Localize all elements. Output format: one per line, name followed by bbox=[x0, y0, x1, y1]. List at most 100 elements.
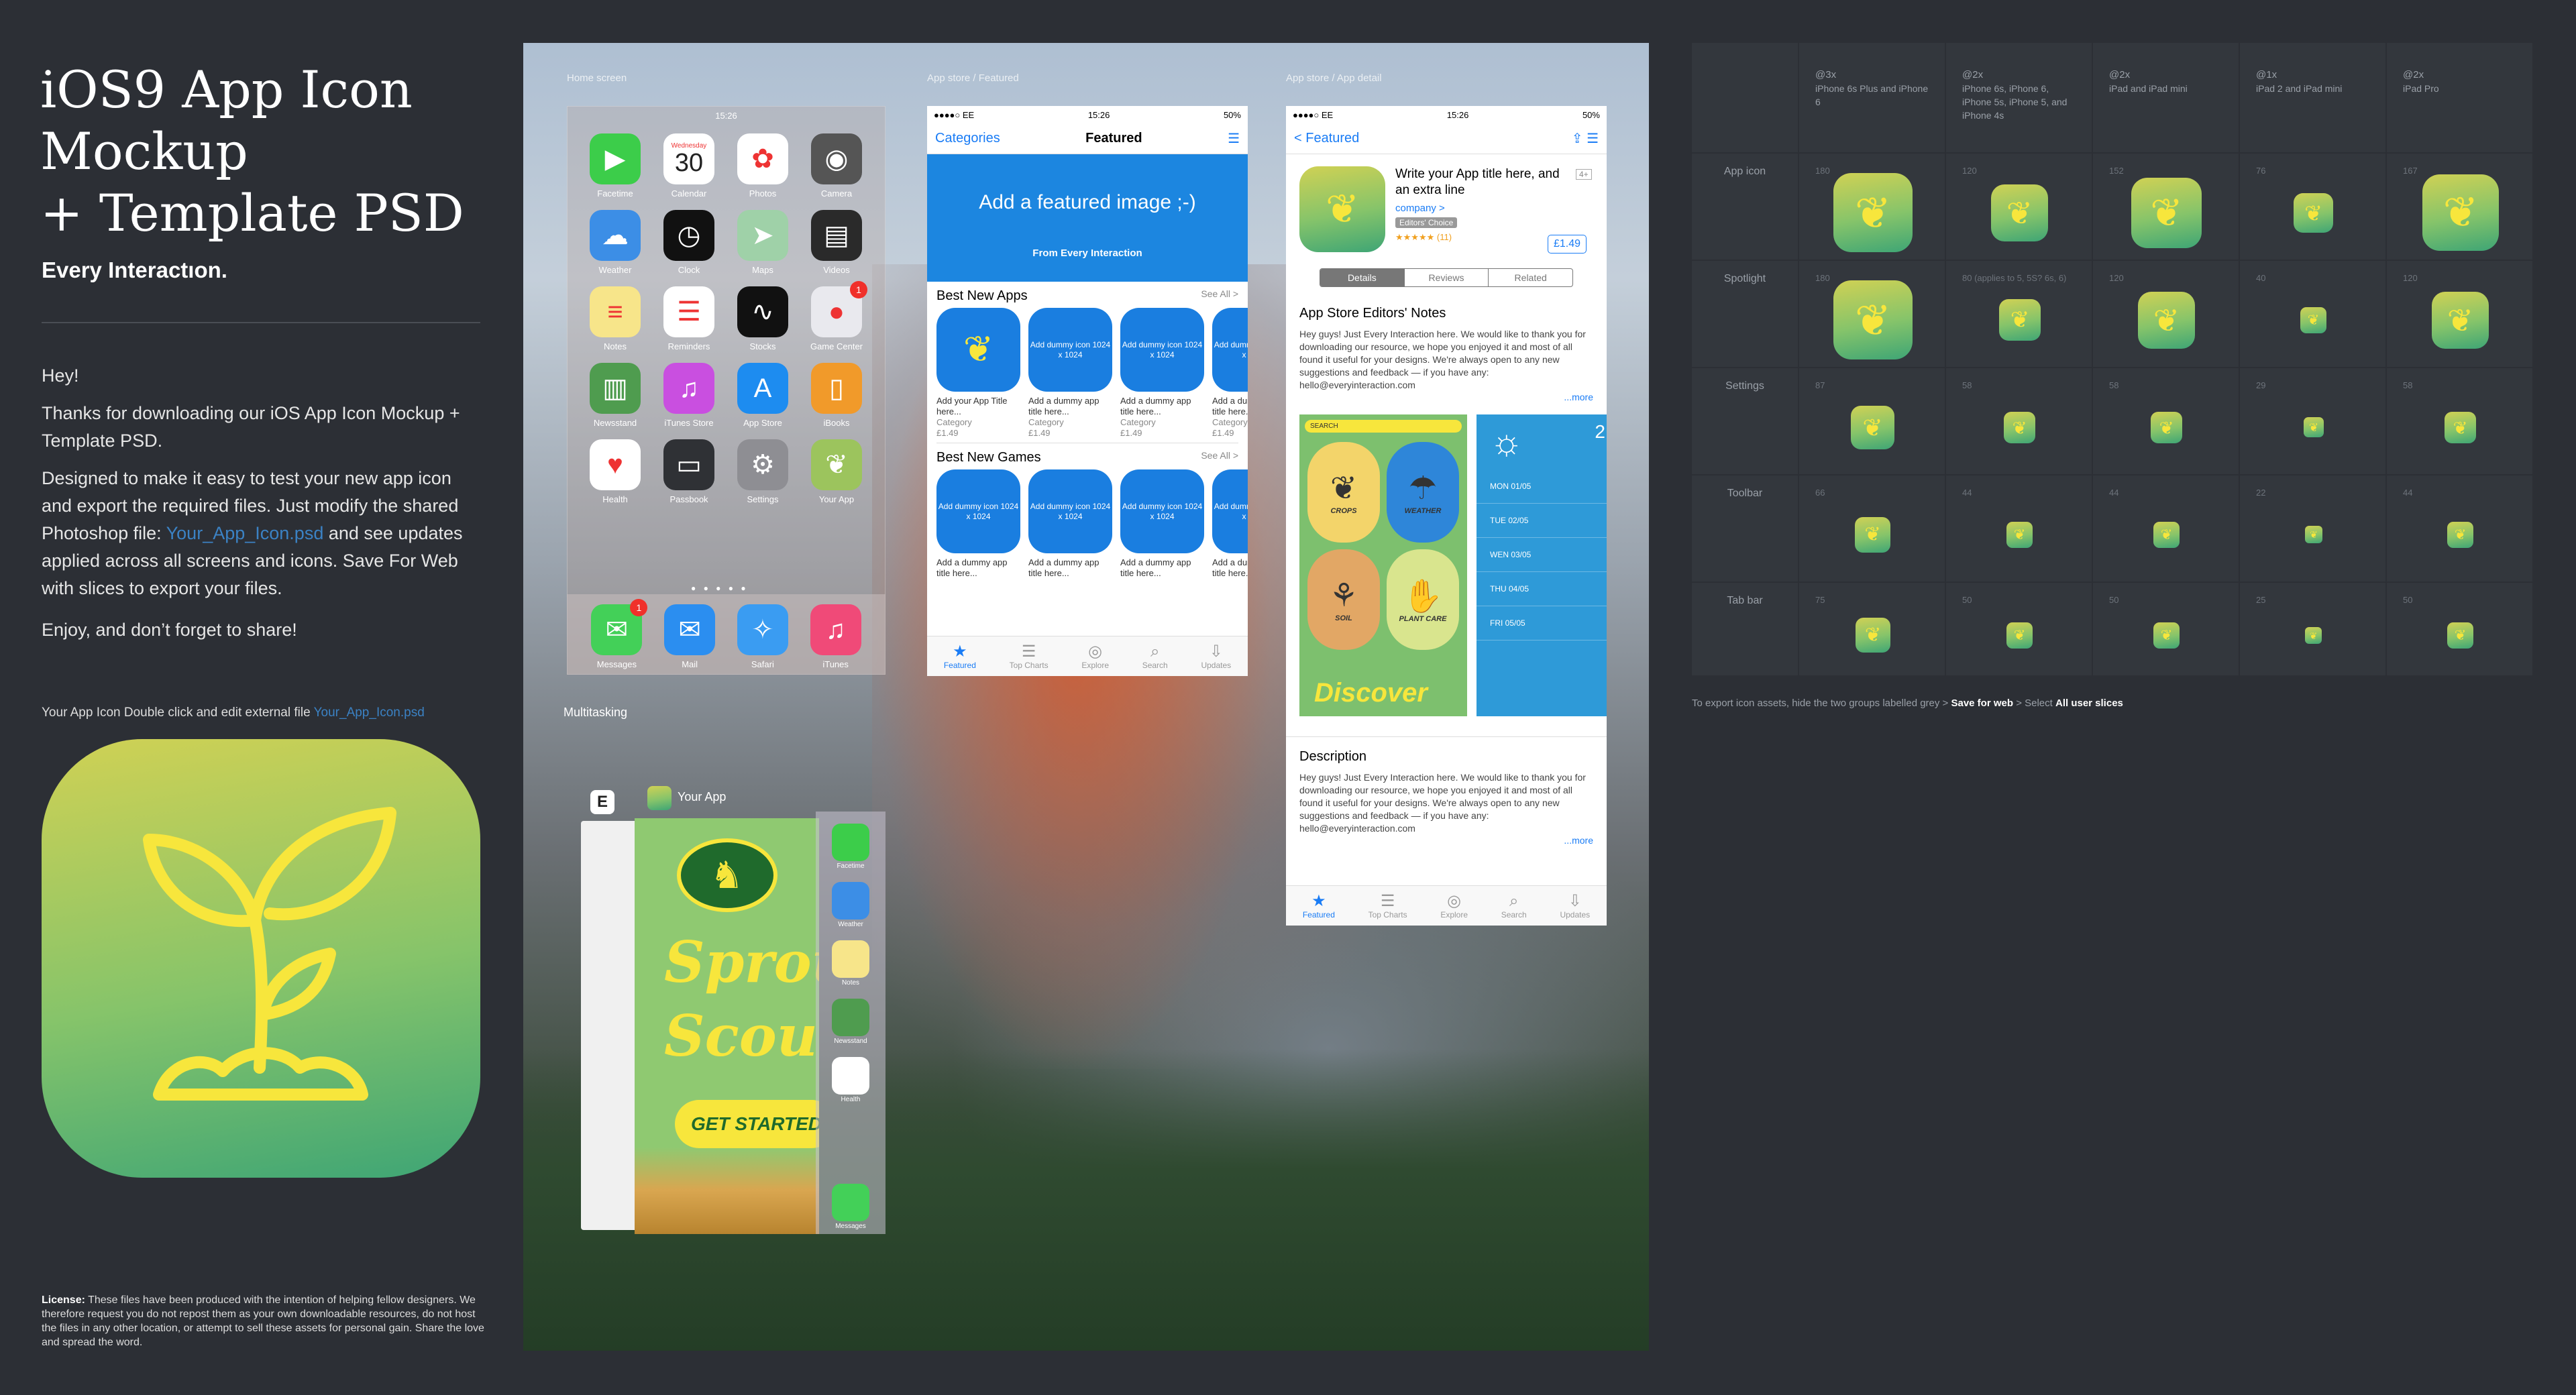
icon-cell: 120 ❦ bbox=[2093, 261, 2240, 368]
footnote-save: Save for web bbox=[1951, 698, 2014, 709]
list-icon[interactable]: ☰ bbox=[1228, 130, 1240, 147]
itunes-icon: ♫ bbox=[810, 604, 861, 655]
app-settings[interactable]: ⚙ Settings bbox=[726, 439, 800, 516]
header-devices: iPhone 6s, iPhone 6, iPhone 5s, iPhone 5… bbox=[1962, 83, 2068, 121]
app-tile[interactable]: Add dummy icon 1024 x 1024Add a dummy ap… bbox=[1120, 469, 1204, 600]
share-icon[interactable]: ⇪ ☰ bbox=[1572, 130, 1599, 147]
sprout-icon: ❦ bbox=[2160, 527, 2173, 543]
sprout-icon: ❦ bbox=[2013, 527, 2026, 543]
app-tile[interactable]: ❦ Add your App Title here... Category £1.49 bbox=[936, 308, 1020, 439]
icon-preview: ❦ bbox=[2447, 622, 2473, 649]
segment-related[interactable]: Related bbox=[1488, 269, 1572, 286]
app-newsstand[interactable]: ▥ Newsstand bbox=[578, 363, 652, 439]
see-all-link[interactable]: See All > bbox=[1201, 288, 1238, 304]
sprout-icon: ❦ bbox=[2443, 188, 2479, 236]
dock-mail[interactable]: ✉ Mail bbox=[664, 604, 716, 671]
app-tile[interactable]: Add dummy icon 1024 x 1024Add a dummy ap… bbox=[1028, 469, 1112, 600]
size-label: 152 bbox=[2109, 166, 2124, 176]
tab-top-charts[interactable]: ☰ Top Charts bbox=[1368, 892, 1407, 919]
segment-details[interactable]: Details bbox=[1320, 269, 1404, 286]
app-tile[interactable]: Add dummy icon 1024 x 1024Add a dummy ap… bbox=[1028, 308, 1112, 439]
categories-button[interactable]: Categories bbox=[935, 131, 1000, 146]
icon-cell: 180 ❦ bbox=[1799, 261, 1946, 368]
tab-updates[interactable]: ⇩ Updates bbox=[1560, 892, 1590, 919]
company-link[interactable]: company > bbox=[1395, 203, 1445, 214]
strip-weather: Weather bbox=[816, 882, 885, 928]
featured-banner[interactable]: Add a featured image ;-) From Every Inte… bbox=[927, 154, 1248, 282]
tab-explore[interactable]: ◎ Explore bbox=[1440, 891, 1468, 919]
status-time: 15:26 bbox=[715, 110, 737, 121]
icon-preview: ❦ bbox=[2305, 526, 2322, 543]
app-videos[interactable]: ▤ Videos bbox=[800, 210, 873, 286]
app-passbook[interactable]: ▭ Passbook bbox=[652, 439, 726, 516]
app-itunes-store[interactable]: ♫ iTunes Store bbox=[652, 363, 726, 439]
tab-explore[interactable]: ◎ Explore bbox=[1081, 643, 1109, 670]
icon-preview: ❦ bbox=[2447, 522, 2473, 548]
icon-size-table: @3x iPhone 6s Plus and iPhone 6 @2x iPhone … bbox=[1692, 43, 2534, 677]
dummy-icon: Add dummy icon 1024 x 1024 bbox=[1028, 308, 1112, 392]
app-tile[interactable]: Add dummy icon 1024 x 1024Add a dummy ap… bbox=[1120, 308, 1204, 439]
description-more[interactable]: ...more bbox=[1286, 835, 1607, 846]
app-tile[interactable]: Add dummy icon 1024 x 1024Add a dummy ap… bbox=[936, 469, 1020, 600]
updates-icon: ⇩ bbox=[1209, 642, 1223, 661]
app-camera[interactable]: ◉ Camera bbox=[800, 133, 873, 210]
app-facetime[interactable]: ▶ Facetime bbox=[578, 133, 652, 210]
tab-search[interactable]: ⌕ Search bbox=[1501, 892, 1527, 919]
strip-label: Newsstand bbox=[834, 1038, 867, 1045]
icon-preview: ❦ bbox=[2004, 412, 2035, 443]
explore-icon: ◎ bbox=[1447, 891, 1462, 910]
app-photos[interactable]: ✿ Photos bbox=[726, 133, 800, 210]
get-started-button[interactable]: GET STARTED bbox=[675, 1100, 819, 1148]
segment-reviews[interactable]: Reviews bbox=[1403, 269, 1489, 286]
size-label: 50 bbox=[1962, 595, 1972, 605]
app-icon-large[interactable] bbox=[42, 739, 480, 1178]
see-all-link[interactable]: See All > bbox=[1201, 450, 1238, 465]
dock-safari[interactable]: ✧ Safari bbox=[737, 604, 788, 671]
app-ibooks[interactable]: ▯ iBooks bbox=[800, 363, 873, 439]
app-tile[interactable]: Add dummy icon 1024 x 1024Add a dummy ap… bbox=[1212, 469, 1248, 600]
forecast-day: FRI 05/05 bbox=[1477, 606, 1607, 640]
screenshot-2[interactable]: ☼ 2 MON 01/05 TUE 02/05 WEN 03/05 THU 04/05… bbox=[1477, 414, 1607, 716]
app-label: Safari bbox=[751, 659, 774, 669]
strip-facetime: Facetime bbox=[816, 824, 885, 870]
icon-preview: ❦ bbox=[2153, 622, 2180, 649]
app-tile[interactable]: Add dummy icon 1024 x 1024Add a dummy ap… bbox=[1212, 308, 1248, 439]
app-your-app[interactable]: ❦ Your App bbox=[800, 439, 873, 516]
icon-preview: ❦ bbox=[2294, 193, 2333, 233]
app-health[interactable]: ♥ Health bbox=[578, 439, 652, 516]
settings-icon: ⚙ bbox=[737, 439, 788, 490]
tab-search[interactable]: ⌕ Search bbox=[1142, 643, 1168, 670]
dock-itunes[interactable]: ♫ iTunes bbox=[810, 604, 861, 671]
your-app-card[interactable]: ♞ Sprou Scout GET STARTED bbox=[635, 818, 819, 1234]
icon-preview: ❦ bbox=[1833, 280, 1913, 359]
tab-featured[interactable]: ★ Featured bbox=[1303, 892, 1335, 919]
section-title: Best New Games bbox=[936, 450, 1041, 465]
back-button[interactable]: < Featured bbox=[1294, 131, 1359, 146]
app-stocks[interactable]: ∿ Stocks bbox=[726, 286, 800, 363]
row-label: Tab bar bbox=[1692, 583, 1799, 677]
tab-top-charts[interactable]: ☰ Top Charts bbox=[1010, 643, 1049, 670]
price-button[interactable]: £1.49 bbox=[1548, 235, 1587, 254]
strip-label: Notes bbox=[841, 979, 860, 987]
app-app-store[interactable]: A App Store bbox=[726, 363, 800, 439]
app-calendar[interactable]: Wednesday 30 Calendar bbox=[652, 133, 726, 210]
app-maps[interactable]: ➤ Maps bbox=[726, 210, 800, 286]
app-game-center[interactable]: ● 1 Game Center bbox=[800, 281, 873, 363]
notes-more[interactable]: ...more bbox=[1286, 392, 1607, 402]
tab-updates[interactable]: ⇩ Updates bbox=[1201, 643, 1231, 670]
app-label: Mail bbox=[682, 659, 698, 669]
psd-link[interactable]: Your_App_Icon.psd bbox=[166, 523, 324, 543]
dock-messages[interactable]: ✉ 1 Messages bbox=[591, 599, 648, 671]
app-reminders[interactable]: ☰ Reminders bbox=[652, 286, 726, 363]
app-label: iTunes bbox=[822, 659, 849, 669]
weather-icon bbox=[832, 882, 869, 919]
search-bar: SEARCH bbox=[1305, 420, 1462, 433]
app-weather[interactable]: ☁ Weather bbox=[578, 210, 652, 286]
app-clock[interactable]: ◷ Clock bbox=[652, 210, 726, 286]
calendar-date: 30 bbox=[674, 148, 704, 177]
icon-caption-link[interactable]: Your_App_Icon.psd bbox=[314, 706, 425, 720]
tab-featured[interactable]: ★ Featured bbox=[944, 643, 976, 670]
sprout-icon: ❦ bbox=[1862, 413, 1883, 441]
screenshot-1[interactable]: SEARCH ❦ CROPS ☂ WEATHER ⚘ SOIL ✋ PLANT CARE Di… bbox=[1299, 414, 1467, 716]
app-notes[interactable]: ≡ Notes bbox=[578, 286, 652, 363]
